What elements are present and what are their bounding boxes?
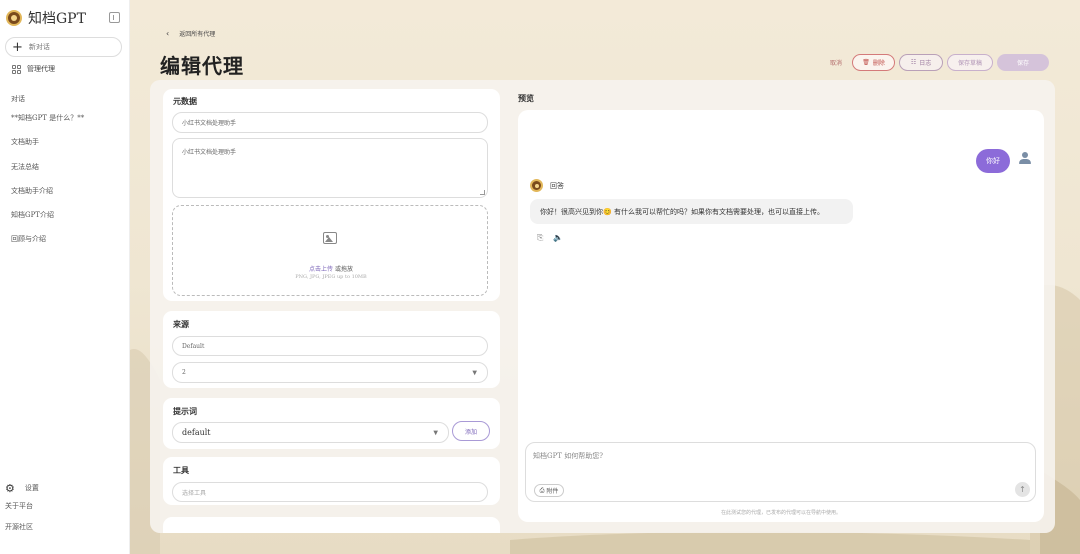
brand[interactable]: 知档GPT [6,8,86,28]
description-value: 小红书文档处理助手 [182,149,237,156]
logo-icon [6,10,22,26]
source-card: 来源 Default 2 ▼ [163,311,500,388]
conversation-item[interactable]: 文档助手 [11,137,84,161]
next-card [163,517,500,533]
attach-button[interactable]: ⎙ 附件 [534,484,564,497]
prompt-select-value: default [182,428,211,437]
logs-button[interactable]: ☷ 日志 [899,54,944,71]
save-button[interactable]: 保存 [997,54,1050,71]
source-select-value: 2 [182,369,186,376]
preview-chat: 你好 回答 你好！很高兴见到你😊 有什么我可以帮忙的吗？如果你有文档需要处理，也… [518,110,1044,522]
collapse-sidebar-icon[interactable] [109,12,120,23]
delete-label: 删除 [872,60,885,67]
settings-label: 设置 [24,484,39,492]
list-icon: ☷ [910,59,917,66]
conversation-item[interactable]: **知档GPT 是什么？** [11,113,84,137]
app-name: 知档GPT [28,11,86,27]
upload-text: 点击上传 或拖放 [173,264,489,273]
conversations-heading: 对话 [11,95,25,103]
source-type-input[interactable]: Default [172,336,488,356]
bot-message: 你好！很高兴见到你😊 有什么我可以帮忙的吗？如果你有文档需要处理，也可以直接上传… [530,199,853,224]
metadata-title: 元数据 [173,96,197,106]
conversation-item[interactable]: 文档助手介绍 [11,186,84,210]
page-title: 编辑代理 [160,54,244,78]
prompt-card: 提示词 default ▼ 添加 [163,398,500,449]
chevron-left-icon: ‹ [166,29,170,38]
user-avatar-icon [1019,152,1031,165]
manage-agents-label: 管理代理 [27,65,55,73]
avatar-upload-area[interactable]: 点击上传 或拖放 PNG, JPG, JPEG up to 10MB [172,205,488,296]
message-actions: ⎘ 🔈 [537,233,563,243]
cancel-button[interactable]: 取消 [830,58,842,67]
chevron-down-icon: ▼ [433,429,438,436]
send-button[interactable]: ↑ [1015,482,1030,497]
sidebar-footer: ⚙ 设置 关于平台 开源社区 [5,480,39,538]
editor-panel: 元数据 小红书文档处理助手 小红书文档处理助手 点击上传 或拖放 PNG, JP… [150,80,1055,533]
upload-or: 或拖放 [334,266,353,273]
tools-select[interactable]: 选择工具 [172,482,488,502]
chat-input-placeholder: 知档GPT 如何帮助您? [533,452,603,460]
back-link[interactable]: ‹ 返回所有代理 [166,29,215,38]
new-chat-button[interactable]: + 新对话 [5,37,122,57]
upload-hint: PNG, JPG, JPEG up to 10MB [295,274,367,280]
logs-label: 日志 [919,60,932,67]
prompt-title: 提示词 [173,406,197,416]
upload-link[interactable]: 点击上传 [309,266,333,273]
agent-description-textarea[interactable]: 小红书文档处理助手 [172,138,488,198]
conversation-list: **知档GPT 是什么？** 文档助手 无法总结 文档助手介绍 知档GPT介绍 … [11,113,84,259]
community-link[interactable]: 开源社区 [5,517,39,538]
add-prompt-button[interactable]: 添加 [452,421,490,441]
about-link[interactable]: 关于平台 [5,496,39,517]
save-draft-button[interactable]: 保存草稿 [947,54,994,71]
delete-button[interactable]: 🗑 删除 [852,54,896,71]
prompt-select[interactable]: default ▼ [172,422,449,443]
plus-icon: + [12,39,23,55]
new-chat-label: 新对话 [28,43,50,51]
header-actions: 取消 🗑 删除 ☷ 日志 保存草稿 保存 [830,54,1050,71]
chat-input-box[interactable]: 知档GPT 如何帮助您? ⎙ 附件 ↑ [525,442,1036,502]
speaker-icon[interactable]: 🔈 [553,233,563,243]
bot-header: 回答 [530,179,564,192]
conversation-item[interactable]: 无法总结 [11,162,84,186]
trash-icon: 🗑 [862,59,870,66]
sidebar: 知档GPT + 新对话 管理代理 对话 **知档GPT 是什么？** 文档助手 … [0,0,130,554]
paperclip-icon: ⎙ [539,486,545,494]
conversation-item[interactable]: 知档GPT介绍 [11,210,84,234]
bot-name: 回答 [550,181,564,190]
conversation-item[interactable]: 回顾与介绍 [11,234,84,258]
back-label: 返回所有代理 [179,31,216,38]
source-title: 来源 [173,319,189,329]
bot-avatar-icon [530,179,543,192]
user-message: 你好 [976,149,1010,173]
grid-icon [12,64,21,74]
metadata-card: 元数据 小红书文档处理助手 小红书文档处理助手 点击上传 或拖放 PNG, JP… [163,89,500,301]
image-icon [323,232,337,244]
manage-agents-button[interactable]: 管理代理 [12,64,55,74]
agent-name-input[interactable]: 小红书文档处理助手 [172,112,488,133]
main-area: ‹ 返回所有代理 编辑代理 取消 🗑 删除 ☷ 日志 保存草稿 保存 元数据 小… [130,0,1080,554]
tools-title: 工具 [173,465,189,475]
tools-card: 工具 选择工具 [163,457,500,505]
resize-handle-icon[interactable] [480,190,485,195]
source-select[interactable]: 2 ▼ [172,362,488,383]
copy-icon[interactable]: ⎘ [537,233,543,243]
attach-label: 附件 [546,488,559,495]
preview-title: 预览 [518,93,534,103]
preview-disclaimer: 在此测试您的代理，已发布的代理可以在导航中使用。 [720,510,841,516]
gear-icon: ⚙ [5,481,15,495]
chevron-down-icon: ▼ [472,369,477,376]
settings-button[interactable]: ⚙ 设置 [5,480,39,496]
